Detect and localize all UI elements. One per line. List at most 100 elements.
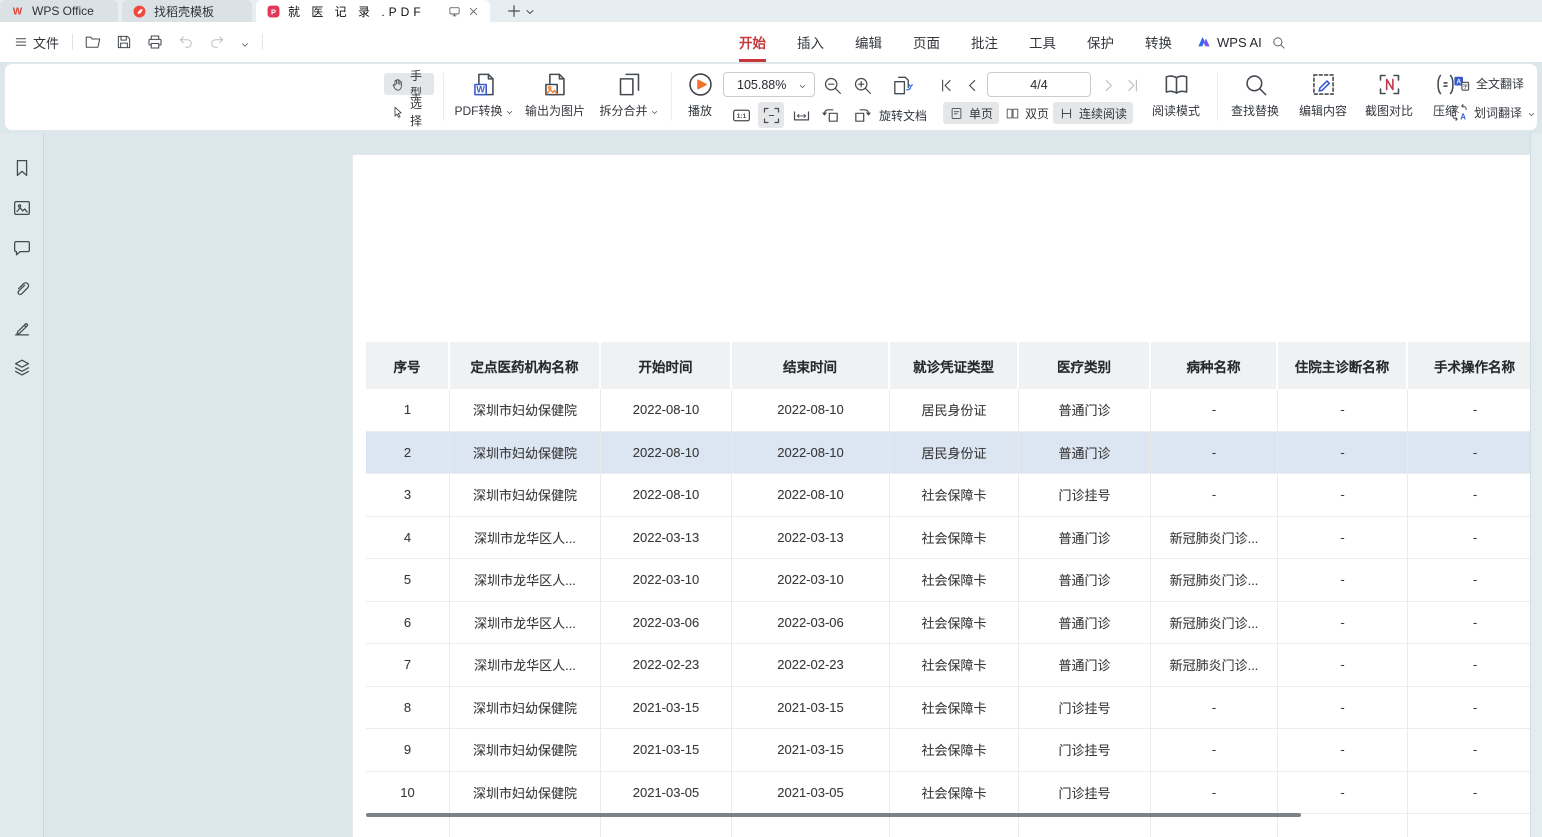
first-page-button[interactable] — [935, 74, 957, 96]
table-cell: 2021-03-15 — [601, 729, 732, 771]
tab-document-pdf[interactable]: P 就 医 记 录 .PDF — [256, 0, 490, 22]
pdf-convert-button[interactable]: W PDF转换 — [451, 68, 517, 126]
table-cell: 门诊挂号 — [1019, 729, 1151, 771]
table-row-partial — [366, 814, 1530, 837]
hand-tool-button[interactable]: 手型 — [384, 73, 434, 95]
wps-logo-icon: W — [10, 4, 25, 19]
table-cell: - — [1278, 517, 1408, 559]
word-translate-button[interactable]: 文A 划词翻译 — [1450, 103, 1536, 122]
signature-icon[interactable] — [11, 317, 33, 339]
ribbon-tab-comment[interactable]: 批注 — [970, 32, 999, 52]
play-button[interactable]: 播放 — [677, 68, 723, 126]
open-file-button[interactable] — [82, 31, 104, 53]
split-merge-button[interactable]: 拆分合并 — [593, 68, 665, 126]
ribbon-tab-tools[interactable]: 工具 — [1028, 32, 1057, 52]
new-tab-button[interactable] — [506, 3, 522, 19]
ribbon-tab-convert[interactable]: 转换 — [1144, 32, 1173, 52]
rotate-document-button[interactable]: 旋转文档 — [879, 103, 927, 127]
export-as-image-button[interactable]: 输出为图片 — [519, 68, 591, 126]
select-tool-button[interactable]: 选择 — [384, 101, 434, 123]
full-text-translate-button[interactable]: A字 全文翻译 — [1452, 74, 1524, 93]
last-page-button[interactable] — [1121, 74, 1143, 96]
table-cell: 普通门诊 — [1019, 517, 1151, 559]
table-cell: 2021-03-15 — [732, 687, 890, 729]
redo-button[interactable] — [206, 31, 228, 53]
table-cell: 2021-03-05 — [601, 772, 732, 814]
file-menu-button[interactable]: 文件 — [10, 30, 63, 55]
page-refresh-icon[interactable] — [887, 71, 917, 99]
ribbon-tab-edit[interactable]: 编辑 — [854, 32, 883, 52]
table-cell: - — [1151, 389, 1278, 431]
docer-icon — [132, 4, 147, 19]
attachment-icon[interactable] — [11, 277, 33, 299]
prev-page-button[interactable] — [961, 74, 983, 96]
edit-content-button[interactable]: 编辑内容 — [1291, 68, 1355, 126]
reading-mode-label: 阅读模式 — [1152, 102, 1200, 119]
zoom-value: 105.88% — [737, 78, 786, 92]
print-button[interactable] — [144, 31, 166, 53]
table-cell: 2022-08-10 — [601, 389, 732, 431]
table-cell: 2 — [366, 432, 450, 474]
table-row: 10深圳市妇幼保健院2021-03-052021-03-05社会保障卡门诊挂号-… — [366, 772, 1530, 815]
close-icon[interactable] — [467, 5, 480, 18]
pdf-page: 序号定点医药机构名称开始时间结束时间就诊凭证类型医疗类别病种名称住院主诊断名称手… — [352, 154, 1530, 837]
tab-label: 就 医 记 录 .PDF — [288, 3, 425, 20]
table-cell: - — [1151, 772, 1278, 814]
horizontal-scrollbar-thumb[interactable] — [366, 813, 1301, 817]
table-cell: - — [1278, 602, 1408, 644]
table-cell: - — [1278, 687, 1408, 729]
table-row: 8深圳市妇幼保健院2021-03-152021-03-15社会保障卡门诊挂号--… — [366, 687, 1530, 730]
reading-mode-button[interactable]: 阅读模式 — [1145, 68, 1207, 126]
tab-docer-templates[interactable]: 找稻壳模板 — [122, 0, 252, 22]
monitor-icon[interactable] — [448, 5, 461, 18]
zoom-out-button[interactable] — [819, 72, 845, 98]
divider — [1217, 73, 1218, 121]
table-cell: 居民身份证 — [890, 432, 1019, 474]
table-cell: 普通门诊 — [1019, 644, 1151, 686]
table-cell: 普通门诊 — [1019, 389, 1151, 431]
thumbnail-icon[interactable] — [11, 197, 33, 219]
table-cell: 社会保障卡 — [890, 729, 1019, 771]
comment-icon[interactable] — [11, 237, 33, 259]
rotate-right-button[interactable] — [848, 102, 874, 128]
pdf-convert-label: PDF转换 — [454, 102, 502, 119]
table-cell — [732, 814, 890, 837]
wps-ai-button[interactable]: WPS AI — [1196, 22, 1262, 62]
next-page-button[interactable] — [1097, 74, 1119, 96]
table-cell: - — [1278, 772, 1408, 814]
screenshot-compare-button[interactable]: 截图对比 — [1357, 68, 1421, 126]
table-cell: - — [1278, 432, 1408, 474]
fit-page-button[interactable] — [758, 102, 784, 128]
table-row: 5深圳市龙华区人...2022-03-102022-03-10社会保障卡普通门诊… — [366, 559, 1530, 602]
zoom-level-select[interactable]: 105.88% — [723, 72, 815, 97]
table-cell: 社会保障卡 — [890, 602, 1019, 644]
table-cell: - — [1408, 687, 1530, 729]
quick-access-chevron-down-icon[interactable] — [237, 34, 253, 50]
ribbon-tab-protect[interactable]: 保护 — [1086, 32, 1115, 52]
ribbon-tab-insert[interactable]: 插入 — [796, 32, 825, 52]
undo-button[interactable] — [175, 31, 197, 53]
edit-content-label: 编辑内容 — [1299, 102, 1347, 119]
save-button[interactable] — [113, 31, 135, 53]
layers-icon[interactable] — [11, 357, 33, 379]
ribbon-tab-home[interactable]: 开始 — [738, 32, 767, 52]
single-page-button[interactable]: 单页 — [943, 102, 999, 124]
page-number-input[interactable] — [1009, 78, 1069, 92]
ribbon-tab-page[interactable]: 页面 — [912, 32, 941, 52]
rotate-left-button[interactable] — [818, 102, 844, 128]
side-tool-panel — [0, 133, 44, 837]
table-cell: 2022-03-06 — [601, 602, 732, 644]
fit-width-button[interactable] — [788, 102, 814, 128]
zoom-in-button[interactable] — [849, 72, 875, 98]
bookmark-icon[interactable] — [11, 157, 33, 179]
find-replace-button[interactable]: 查找替换 — [1223, 68, 1287, 126]
table-cell: 2022-08-10 — [601, 432, 732, 474]
table-cell: - — [1408, 602, 1530, 644]
table-row: 3深圳市妇幼保健院2022-08-102022-08-10社会保障卡门诊挂号--… — [366, 474, 1530, 517]
tab-list-chevron-down-icon[interactable] — [524, 5, 536, 17]
continuous-reading-button[interactable]: 连续阅读 — [1053, 102, 1133, 124]
search-icon[interactable] — [1271, 35, 1286, 50]
tab-wps-office[interactable]: W WPS Office — [0, 0, 118, 22]
actual-size-button[interactable]: 1:1 — [728, 102, 754, 128]
table-row: 2深圳市妇幼保健院2022-08-102022-08-10居民身份证普通门诊--… — [366, 432, 1530, 475]
